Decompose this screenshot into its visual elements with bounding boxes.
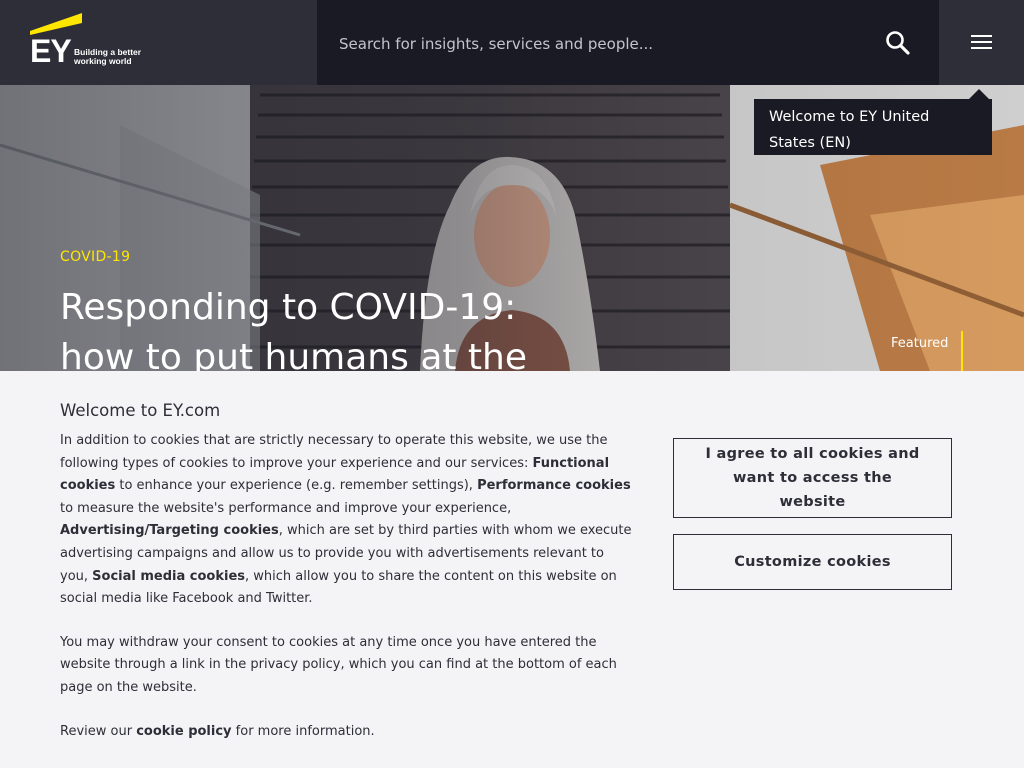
agree-all-cookies-button[interactable]: I agree to all cookies and want to acces…: [673, 438, 952, 518]
advertising-cookies-label: Advertising/Targeting cookies: [60, 523, 279, 539]
hamburger-menu-icon: [971, 41, 992, 43]
cookie-paragraph-withdraw: You may withdraw your consent to cookies…: [60, 634, 617, 695]
tooltip-arrow: [969, 89, 989, 99]
functional-cookies-desc: to enhance your experience (e.g. remembe…: [115, 478, 478, 494]
logo-tagline: Building a better working world: [74, 47, 142, 66]
cookie-banner-title: Welcome to EY.com: [60, 401, 221, 420]
cookie-policy-link[interactable]: cookie policy: [136, 724, 231, 739]
customize-cookies-button[interactable]: Customize cookies: [673, 534, 952, 590]
search-input[interactable]: [337, 28, 861, 60]
cookie-banner: Welcome to EY.com In addition to cookies…: [0, 371, 1024, 768]
site-header: EY Building a better working world: [0, 0, 1024, 85]
cookie-banner-body: In addition to cookies that are strictly…: [60, 430, 635, 764]
policy-text-after: for more information.: [231, 723, 375, 739]
performance-cookies-desc: to measure the website's performance and…: [60, 500, 512, 516]
welcome-tooltip: Welcome to EY United States (EN): [754, 89, 992, 155]
cookie-paragraph-types: In addition to cookies that are strictly…: [60, 430, 635, 611]
search-icon: [886, 31, 910, 55]
logo-beam-icon: [30, 13, 82, 35]
welcome-tooltip-text: Welcome to EY United States (EN): [769, 109, 930, 151]
menu-button[interactable]: [939, 0, 1024, 85]
search-bar: [317, 0, 939, 85]
search-button[interactable]: [883, 28, 913, 58]
hero-title[interactable]: Responding to COVID-19: how to put human…: [60, 283, 580, 371]
hamburger-menu-icon: [971, 35, 992, 37]
logo-wordmark: EY: [30, 33, 72, 69]
performance-cookies-label: Performance cookies: [477, 478, 631, 494]
hamburger-menu-icon: [971, 47, 992, 49]
cookie-intro-text: In addition to cookies that are strictly…: [60, 433, 608, 471]
featured-label: Featured: [891, 336, 949, 351]
featured-indicator: [961, 331, 963, 371]
cookie-paragraph-policy: Review our cookie policy for more inform…: [60, 721, 635, 744]
social-media-cookies-label: Social media cookies: [92, 568, 246, 584]
policy-text-before: Review our: [60, 723, 137, 739]
ey-logo[interactable]: EY Building a better working world: [30, 13, 145, 68]
hero-eyebrow[interactable]: COVID-19: [60, 249, 130, 265]
